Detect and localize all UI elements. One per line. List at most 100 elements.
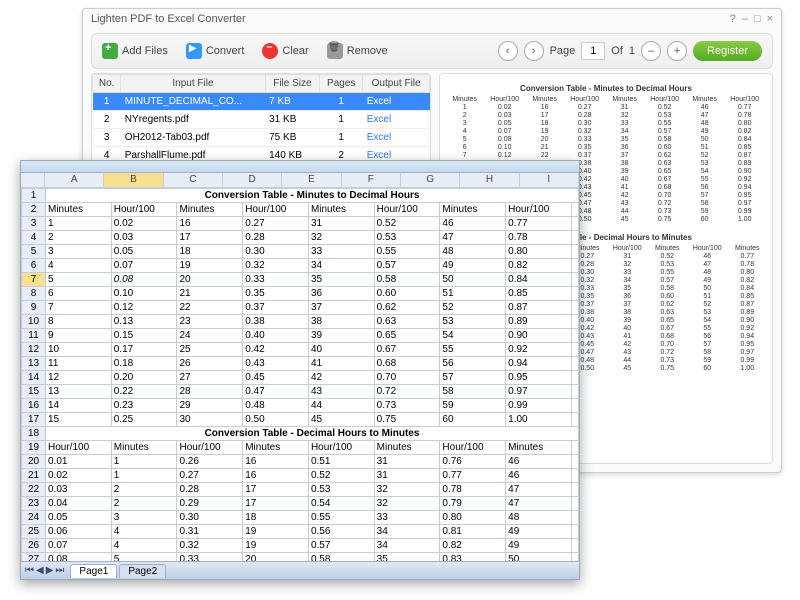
col-head-G[interactable]: G	[401, 173, 460, 187]
cell[interactable]	[571, 273, 578, 287]
row-head[interactable]: 22	[22, 483, 46, 497]
row-head[interactable]: 27	[22, 553, 46, 562]
cell[interactable]: 0.08	[46, 553, 112, 562]
cell[interactable]: 47	[506, 497, 572, 511]
cell[interactable]: 0.78	[440, 483, 506, 497]
row-head[interactable]: 18	[22, 427, 46, 441]
cell[interactable]: 0.12	[111, 301, 177, 315]
cell[interactable]: 0.52	[308, 469, 374, 483]
cell[interactable]: 8	[46, 315, 112, 329]
cell[interactable]: Minutes	[440, 203, 506, 217]
cell[interactable]: 5	[111, 553, 177, 562]
cell[interactable]: 0.35	[243, 287, 309, 301]
cell[interactable]: 0.47	[243, 385, 309, 399]
cell[interactable]: 0.53	[308, 483, 374, 497]
row-head[interactable]: 26	[22, 539, 46, 553]
cell[interactable]: 27	[177, 371, 243, 385]
row-head[interactable]: 14	[22, 371, 46, 385]
cell[interactable]: Minutes	[506, 441, 572, 455]
cell[interactable]	[571, 525, 578, 539]
cell[interactable]	[571, 413, 578, 427]
row-head[interactable]: 8	[22, 287, 46, 301]
cell[interactable]: 50	[506, 553, 572, 562]
cell[interactable]: 23	[177, 315, 243, 329]
cell[interactable]: 0.52	[374, 217, 440, 231]
cell[interactable]: 6	[46, 287, 112, 301]
sheet-nav-next[interactable]: ▶	[46, 565, 54, 576]
cell[interactable]: 0.82	[440, 539, 506, 553]
cell[interactable]: 0.55	[308, 511, 374, 525]
cell[interactable]: 0.62	[374, 301, 440, 315]
cell[interactable]: 1	[111, 455, 177, 469]
cell[interactable]: Minutes	[243, 441, 309, 455]
maximize-icon[interactable]: □	[754, 13, 761, 25]
cell[interactable]: 0.92	[506, 343, 572, 357]
cell[interactable]: 0.58	[308, 553, 374, 562]
cell[interactable]: 28	[177, 385, 243, 399]
cell[interactable]: 29	[177, 399, 243, 413]
cell[interactable]: 0.45	[243, 371, 309, 385]
cell[interactable]: 0.53	[374, 231, 440, 245]
cell[interactable]: 0.42	[243, 343, 309, 357]
row-head[interactable]: 2	[22, 203, 46, 217]
cell[interactable]	[571, 343, 578, 357]
row-head[interactable]: 11	[22, 329, 46, 343]
col-head-A[interactable]: A	[45, 173, 104, 187]
cell[interactable]: 0.48	[243, 399, 309, 413]
cell[interactable]	[571, 245, 578, 259]
cell[interactable]: Hour/100	[46, 441, 112, 455]
row-head[interactable]: 9	[22, 301, 46, 315]
cell[interactable]: 3	[46, 245, 112, 259]
cell[interactable]: 0.37	[243, 301, 309, 315]
cell[interactable]: 32	[374, 497, 440, 511]
cell[interactable]: 22	[177, 301, 243, 315]
help-icon[interactable]: ?	[730, 13, 736, 25]
cell[interactable]: 42	[308, 371, 374, 385]
col-head-D[interactable]: D	[223, 173, 282, 187]
cell[interactable]: 0.32	[177, 539, 243, 553]
cell[interactable]: 10	[46, 343, 112, 357]
cell[interactable]: 1	[46, 217, 112, 231]
cell[interactable]: 0.80	[506, 245, 572, 259]
cell[interactable]: 4	[111, 539, 177, 553]
cell[interactable]: 0.87	[506, 301, 572, 315]
cell[interactable]: 0.70	[374, 371, 440, 385]
cell[interactable]: Hour/100	[243, 203, 309, 217]
cell[interactable]: 31	[308, 217, 374, 231]
row-head[interactable]: 5	[22, 245, 46, 259]
cell[interactable]: 26	[177, 357, 243, 371]
cell[interactable]: 30	[177, 413, 243, 427]
cell[interactable]: 0.95	[506, 371, 572, 385]
cell[interactable]: 17	[177, 231, 243, 245]
cell[interactable]: 0.20	[111, 371, 177, 385]
cell[interactable]: 49	[440, 259, 506, 273]
cell[interactable]: 0.26	[177, 455, 243, 469]
cell[interactable]: 16	[243, 469, 309, 483]
cell[interactable]: 18	[243, 511, 309, 525]
cell[interactable]	[571, 231, 578, 245]
col-head-H[interactable]: H	[460, 173, 519, 187]
cell[interactable]	[571, 455, 578, 469]
cell[interactable]: Minutes	[177, 203, 243, 217]
col-head-E[interactable]: E	[282, 173, 341, 187]
cell[interactable]: 53	[440, 315, 506, 329]
cell[interactable]: 44	[308, 399, 374, 413]
cell[interactable]	[571, 329, 578, 343]
cell[interactable]: 0.10	[111, 287, 177, 301]
cell[interactable]	[571, 441, 578, 455]
cell[interactable]: 0.76	[440, 455, 506, 469]
sheet-nav-last[interactable]: ⏭	[55, 565, 64, 576]
cell[interactable]: Hour/100	[506, 203, 572, 217]
cell[interactable]: Minutes	[308, 203, 374, 217]
cell[interactable]: 41	[308, 357, 374, 371]
cell[interactable]: 35	[374, 553, 440, 562]
close-icon[interactable]: ×	[767, 13, 773, 25]
cell[interactable]: 0.31	[177, 525, 243, 539]
cell[interactable]: 20	[243, 553, 309, 562]
cell[interactable]: 7	[46, 301, 112, 315]
cell[interactable]: 0.02	[111, 217, 177, 231]
cell[interactable]	[571, 357, 578, 371]
corner-cell[interactable]	[21, 173, 45, 187]
cell[interactable]: 49	[506, 525, 572, 539]
cell[interactable]: 46	[440, 217, 506, 231]
